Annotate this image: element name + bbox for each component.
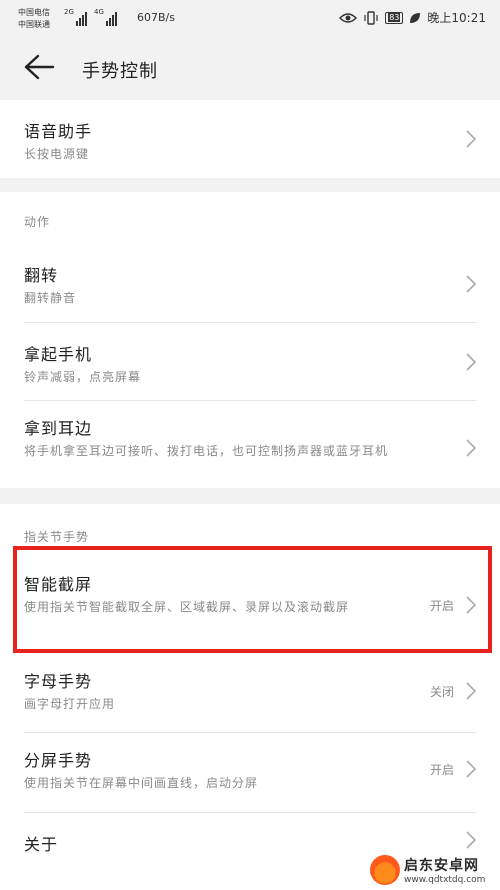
chevron-right-icon xyxy=(466,130,476,148)
vibrate-icon xyxy=(364,10,378,25)
highlight-box xyxy=(13,546,492,653)
watermark-logo-icon xyxy=(370,855,400,885)
section-gap xyxy=(0,488,500,504)
item-subtitle: 翻转静音 xyxy=(24,291,77,305)
chevron-right-icon xyxy=(466,353,476,371)
item-title: 字母手势 xyxy=(24,672,93,691)
app-bar: 手势控制 xyxy=(0,38,500,100)
item-title: 拿起手机 xyxy=(24,345,93,364)
carrier-2-label: 中国联通 xyxy=(18,20,50,29)
pick-up-phone-item[interactable]: 拿起手机 铃声减弱，点亮屏幕 xyxy=(0,323,500,401)
item-title: 关于 xyxy=(24,835,59,854)
chevron-right-icon xyxy=(466,831,476,849)
item-title: 翻转 xyxy=(24,266,59,285)
battery-icon: 83 xyxy=(385,11,404,24)
status-bar: 中国电信 中国联通 2G 4G 607B/s 83 晚上10:21 xyxy=(0,0,500,38)
item-title: 分屏手势 xyxy=(24,751,93,770)
network-1-label: 2G xyxy=(64,8,74,16)
item-subtitle: 长按电源键 xyxy=(24,147,90,161)
section-label-action: 动作 xyxy=(24,215,51,229)
signal-2-icon: 4G xyxy=(94,8,117,26)
signal-1-icon: 2G xyxy=(64,8,87,26)
section-gap xyxy=(0,178,500,192)
watermark: 启东安卓网 www.qdtxtdq.com xyxy=(370,850,500,890)
status-value: 关闭 xyxy=(429,685,454,699)
carrier-1-label: 中国电信 xyxy=(18,8,50,17)
eye-comfort-icon xyxy=(339,12,358,23)
watermark-url: www.qdtxtdq.com xyxy=(404,875,486,885)
leaf-icon xyxy=(410,12,421,23)
chevron-right-icon xyxy=(466,275,476,293)
split-screen-gesture-item[interactable]: 分屏手势 使用指关节在屏幕中间画直线，启动分屏 开启 xyxy=(0,733,500,813)
back-arrow-icon[interactable] xyxy=(22,52,56,82)
letter-gesture-item[interactable]: 字母手势 画字母打开应用 关闭 xyxy=(0,653,500,733)
status-value: 开启 xyxy=(429,763,454,777)
flip-item[interactable]: 翻转 翻转静音 xyxy=(0,245,500,323)
watermark-name: 启东安卓网 xyxy=(404,858,479,874)
item-subtitle: 使用指关节在屏幕中间画直线，启动分屏 xyxy=(24,776,259,790)
network-speed: 607B/s xyxy=(137,11,175,24)
chevron-right-icon xyxy=(466,760,476,778)
page-title: 手势控制 xyxy=(82,61,158,82)
item-subtitle: 将手机拿至耳边可接听、拨打电话，也可控制扬声器或蓝牙耳机 xyxy=(24,444,389,458)
clock: 晚上10:21 xyxy=(427,11,486,25)
voice-assistant-item[interactable]: 语音助手 长按电源键 xyxy=(0,100,500,178)
raise-to-ear-item[interactable]: 拿到耳边 将手机拿至耳边可接听、拨打电话，也可控制扬声器或蓝牙耳机 xyxy=(0,401,500,488)
section-label-knuckle: 指关节手势 xyxy=(24,530,90,544)
chevron-right-icon xyxy=(466,439,476,457)
battery-level: 83 xyxy=(388,12,401,22)
item-subtitle: 铃声减弱，点亮屏幕 xyxy=(24,370,142,384)
item-title: 拿到耳边 xyxy=(24,419,93,438)
item-title: 语音助手 xyxy=(24,122,93,141)
network-2-label: 4G xyxy=(94,8,104,16)
item-subtitle: 画字母打开应用 xyxy=(24,697,116,711)
chevron-right-icon xyxy=(466,682,476,700)
